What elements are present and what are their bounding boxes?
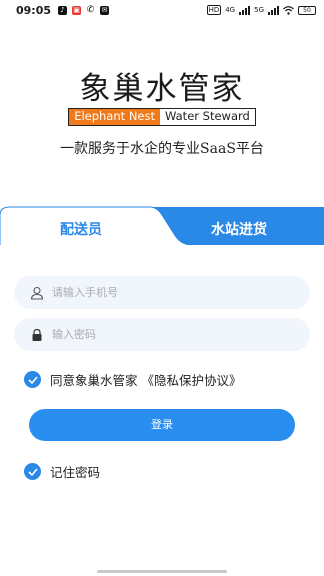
status-right: HD 4G 5G 50 [206, 5, 316, 15]
user-icon [30, 286, 44, 300]
phone-field[interactable] [14, 276, 310, 309]
call-icon: ✆ [86, 4, 95, 15]
tiktok-icon: ♪ [58, 5, 68, 15]
tagline: 一款服务于水企的专业SaaS平台 [60, 141, 264, 157]
tab-station-purchase[interactable]: 水站进货 [211, 219, 267, 239]
home-indicator[interactable] [97, 570, 227, 573]
check-icon[interactable] [24, 463, 41, 480]
password-input[interactable] [52, 328, 282, 341]
brand-name-cn: 象巢水管家 [79, 71, 245, 107]
battery-icon: 50 [298, 5, 316, 15]
hd-label: HD [206, 5, 222, 15]
agree-privacy-label[interactable]: 同意象巢水管家 《隐私保护协议》 [50, 370, 241, 389]
brand-logo: 象巢水管家 Elephant Nest Water Steward [0, 70, 324, 126]
remember-password-checkbox[interactable]: 记住密码 [24, 462, 100, 481]
phone-input[interactable] [52, 286, 282, 299]
notification-app-icon: ▣ [72, 5, 82, 15]
tab-delivery[interactable]: 配送员 [60, 219, 102, 239]
brand-name-en-part1: Elephant Nest [69, 109, 160, 125]
agree-privacy-checkbox[interactable]: 同意象巢水管家 《隐私保护协议》 [24, 370, 241, 389]
login-tabs: 配送员 水站进货 [0, 205, 324, 245]
brand-name-en-row: Elephant Nest Water Steward [0, 108, 324, 126]
signal-icon [239, 5, 251, 15]
signal-icon-2 [268, 5, 279, 15]
brand-name-en: Elephant Nest Water Steward [68, 108, 256, 126]
network-5g-label: 5G [254, 6, 264, 14]
lock-icon [32, 328, 42, 341]
status-time: 09:05 [16, 3, 52, 17]
check-icon[interactable] [24, 371, 41, 388]
status-bar: 09:05 ♪ ▣ ✆ ✉ HD 4G 5G 50 [0, 0, 324, 20]
status-left: 09:05 ♪ ▣ ✆ ✉ [16, 3, 110, 17]
tab-background [0, 206, 324, 245]
password-field[interactable] [14, 318, 310, 351]
remember-password-label[interactable]: 记住密码 [50, 462, 100, 481]
network-4g-label: 4G [225, 6, 236, 14]
brand-name-en-part2: Water Steward [160, 109, 255, 125]
messages-icon: ✉ [100, 5, 110, 15]
wifi-icon [283, 5, 294, 15]
login-button[interactable]: 登录 [29, 409, 295, 441]
